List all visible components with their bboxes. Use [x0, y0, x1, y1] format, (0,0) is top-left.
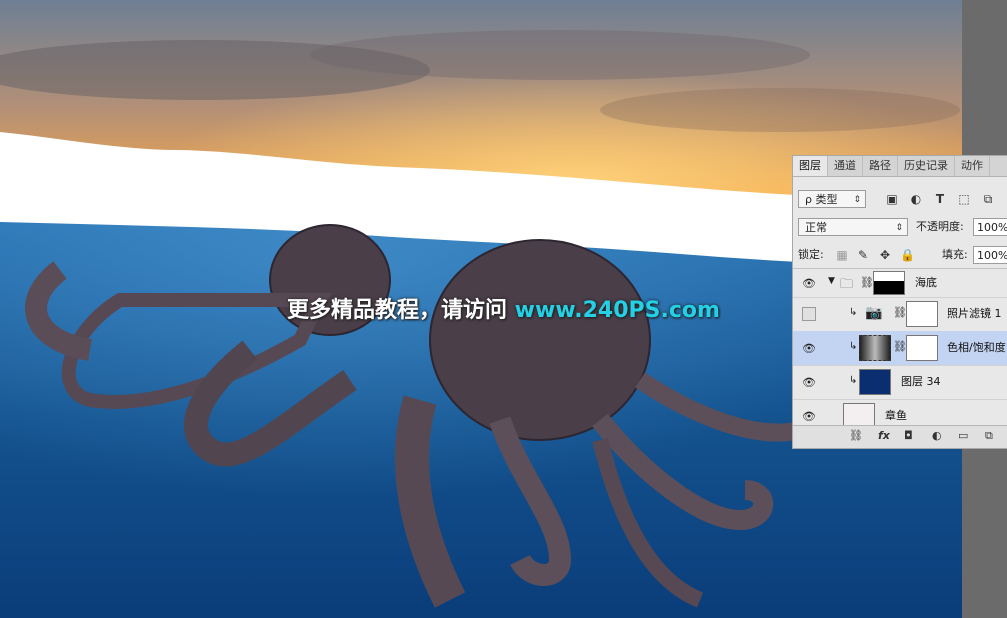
- layers-panel[interactable]: 图层 通道 路径 历史记录 动作 ρ 类型 ⇕ ▣ ◐ T ⬚ ⧉ 正常 ⇕ 不…: [792, 155, 1007, 449]
- lock-label: 锁定:: [798, 248, 824, 261]
- lock-transparent-icon[interactable]: ▦: [835, 246, 849, 264]
- new-layer-icon[interactable]: ⧉: [985, 429, 993, 443]
- photo-filter-icon: 📷: [865, 305, 883, 321]
- tab-channels[interactable]: 通道: [828, 156, 863, 176]
- image-filter-icon[interactable]: ▣: [885, 190, 899, 208]
- eye-icon[interactable]: 👁: [801, 399, 817, 425]
- mask-thumbnail: [906, 335, 938, 361]
- eye-icon[interactable]: 👁: [801, 365, 817, 399]
- layer-row[interactable]: ↳ 📷 ⛓ 照片滤镜 1: [793, 297, 1007, 332]
- shape-filter-icon[interactable]: ⬚: [957, 190, 971, 208]
- blend-mode-select[interactable]: 正常 ⇕: [798, 218, 908, 236]
- chain-link-icon[interactable]: ⛓: [860, 276, 874, 289]
- watermark-text: 更多精品教程，请访问 www.240PS.com: [287, 292, 720, 324]
- mask-thumbnail: [906, 301, 938, 327]
- layer-thumbnail: [859, 369, 891, 395]
- layer-row-selected[interactable]: 👁 ↳ ⛓ 色相/饱和度 1: [793, 331, 1007, 366]
- chain-link-icon[interactable]: ⛓: [893, 306, 907, 319]
- lock-brush-icon[interactable]: ✎: [856, 246, 870, 264]
- updown-icon: ⇕: [895, 223, 903, 233]
- lock-move-icon[interactable]: ✥: [878, 246, 892, 264]
- panel-tabs: 图层 通道 路径 历史记录 动作: [793, 156, 1007, 177]
- tab-paths[interactable]: 路径: [863, 156, 898, 176]
- blend-mode-value: 正常: [805, 221, 827, 234]
- watermark-url: www.240PS.com: [514, 298, 720, 323]
- fill-label: 填充:: [942, 248, 968, 261]
- layer-name: 照片滤镜 1: [947, 307, 1002, 320]
- layer-name: 海底: [915, 276, 937, 289]
- layer-thumbnail: [843, 403, 875, 425]
- layer-row[interactable]: 👁 ↳ 图层 34: [793, 365, 1007, 400]
- folder-icon: 🗀: [840, 277, 854, 292]
- opacity-input[interactable]: 100%: [973, 218, 1007, 236]
- updown-icon: ⇕: [853, 195, 861, 205]
- adjustment-filter-icon[interactable]: ◐: [909, 190, 923, 208]
- layer-filter-select[interactable]: ρ 类型 ⇕: [798, 190, 866, 208]
- smart-object-filter-icon[interactable]: ⧉: [981, 190, 995, 208]
- fx-icon[interactable]: fx: [878, 429, 890, 442]
- folder-icon[interactable]: ▭: [958, 429, 968, 442]
- adjustment-icon[interactable]: ◐: [932, 429, 942, 442]
- group-mask-thumbnail: [873, 271, 905, 295]
- tab-layers[interactable]: 图层: [793, 156, 828, 176]
- text-filter-icon[interactable]: T: [933, 190, 947, 208]
- eye-icon[interactable]: 👁: [801, 269, 817, 297]
- watermark-label: 更多精品教程，请访问: [287, 298, 515, 323]
- layer-row[interactable]: 👁 ▼ 🗀 ⛓ 海底: [793, 269, 1007, 298]
- hue-saturation-icon: [859, 335, 891, 361]
- layer-name: 章鱼: [885, 409, 907, 422]
- tab-actions[interactable]: 动作: [955, 156, 990, 176]
- opacity-label: 不透明度:: [916, 220, 964, 233]
- layers-list[interactable]: 👁 ▼ 🗀 ⛓ 海底 ↳ 📷 ⛓ 照片滤镜 1 👁 ↳ ⛓ 色相/饱和度 1: [793, 268, 1007, 425]
- link-icon[interactable]: ⛓: [849, 429, 863, 442]
- fill-input[interactable]: 100%: [973, 246, 1007, 264]
- lock-all-icon[interactable]: 🔒: [900, 246, 915, 264]
- panel-bottom-toolbar: ⛓ fx ◘ ◐ ▭ ⧉: [793, 425, 1007, 448]
- layer-name: 色相/饱和度 1: [947, 341, 1007, 354]
- layer-row[interactable]: 👁 章鱼: [793, 399, 1007, 425]
- chain-link-icon[interactable]: ⛓: [893, 340, 907, 353]
- eye-hidden-box[interactable]: [802, 307, 816, 321]
- tab-history[interactable]: 历史记录: [898, 156, 955, 176]
- eye-icon[interactable]: 👁: [801, 331, 817, 365]
- clip-arrow-icon: ↳: [849, 307, 858, 318]
- disclosure-triangle-icon[interactable]: ▼: [828, 276, 835, 286]
- mask-icon[interactable]: ◘: [904, 429, 913, 442]
- layer-filter-label: ρ 类型: [805, 193, 838, 206]
- layer-name: 图层 34: [901, 375, 941, 388]
- clip-arrow-icon: ↳: [849, 375, 858, 386]
- clip-arrow-icon: ↳: [849, 341, 858, 352]
